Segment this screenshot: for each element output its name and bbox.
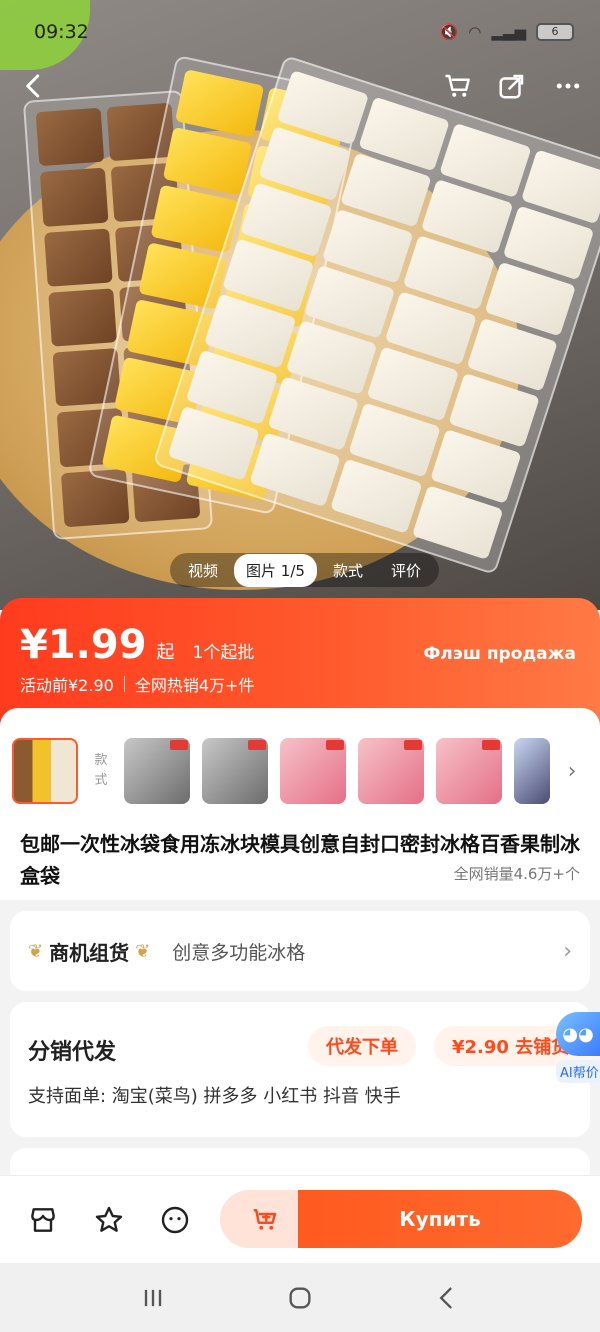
style-thumb[interactable]	[280, 738, 346, 804]
recents-icon	[145, 1289, 162, 1306]
signal-icon: ▂▃▅	[491, 23, 526, 41]
star-icon	[95, 1206, 123, 1232]
laurel-right-icon: ❦	[135, 940, 151, 962]
chat-face-icon	[161, 1206, 189, 1233]
ai-assistant-icon: ◕◕	[556, 1012, 600, 1056]
badge-tag	[170, 740, 188, 750]
total-sales: 全网销量4.6万+个	[453, 865, 580, 883]
distribution-title: 分销代发	[28, 1040, 117, 1065]
supported-waybills: 支持面单: 淘宝(菜鸟) 拼多多 小红书 抖音 快手	[28, 1086, 401, 1107]
favorite-button[interactable]	[86, 1197, 132, 1243]
ice-cube	[35, 107, 105, 167]
tab-video[interactable]: 视频	[176, 554, 230, 587]
dropship-order-button[interactable]: 代发下单	[308, 1026, 416, 1066]
tab-images[interactable]: 图片 1/5	[234, 553, 317, 587]
combo-card[interactable]: ❦ 商机组货 ❦ 创意多功能冰格 ›	[10, 911, 590, 991]
battery-icon: 6	[536, 23, 574, 41]
more-button[interactable]	[548, 66, 588, 106]
price-suffix: 起	[156, 642, 175, 663]
original-price: 活动前¥2.90	[20, 676, 114, 695]
system-back-button[interactable]	[427, 1278, 467, 1318]
product-info-card: 款式 › 包邮一次性冰袋食用冻冰块模具创意自封口密封冰格百香果制冰盒袋 全网销量…	[0, 708, 600, 900]
badge-tag	[404, 740, 422, 750]
back-chevron-icon	[439, 1287, 452, 1308]
style-thumb[interactable]	[124, 738, 190, 804]
style-thumb-selected[interactable]	[12, 738, 78, 804]
ice-cube	[48, 288, 117, 347]
cart-icon	[445, 74, 470, 97]
add-to-cart-button[interactable]	[220, 1190, 310, 1248]
badge-tag	[482, 740, 500, 750]
badge-tag	[248, 740, 266, 750]
badge-tag	[326, 740, 344, 750]
divider	[123, 676, 125, 692]
system-navigation-bar	[0, 1263, 600, 1332]
status-bar: 09:32 🔇 ◠ ▂▃▅ 6	[34, 20, 574, 44]
shop-button[interactable]	[20, 1197, 66, 1243]
ice-cube	[162, 126, 253, 196]
share-icon	[499, 74, 524, 99]
ai-helper-label: AI帮价	[556, 1060, 600, 1083]
add-cart-icon	[253, 1209, 277, 1230]
combo-title: 商机组货	[49, 940, 130, 965]
style-thumb[interactable]	[436, 738, 502, 804]
home-button[interactable]	[280, 1278, 320, 1318]
style-thumb[interactable]	[358, 738, 424, 804]
combo-text: 创意多功能冰格	[172, 941, 306, 964]
ice-cube	[44, 227, 113, 287]
style-thumb[interactable]	[202, 738, 268, 804]
tab-reviews[interactable]: 评价	[379, 554, 433, 587]
cart-top-button[interactable]	[438, 66, 478, 106]
ice-cube	[175, 69, 265, 138]
ai-helper[interactable]: ◕◕ AI帮价	[556, 1012, 600, 1083]
wifi-icon: ◠	[468, 23, 482, 41]
buy-button[interactable]: Купить	[298, 1190, 582, 1248]
share-button[interactable]	[492, 66, 532, 106]
price-value: ¥1.99	[20, 622, 147, 668]
back-arrow-icon	[26, 74, 40, 98]
mute-icon: 🔇	[439, 23, 459, 41]
shop-icon	[31, 1207, 55, 1232]
style-thumb[interactable]	[514, 738, 550, 804]
recent-apps-button[interactable]	[133, 1278, 173, 1318]
min-order-quantity: 1个起批	[192, 643, 255, 663]
ice-cube	[39, 167, 109, 227]
flash-sale-label: Флэш продажа	[423, 644, 576, 664]
status-time: 09:32	[34, 21, 89, 43]
more-dots-icon	[556, 83, 580, 89]
chevron-right-icon: ›	[563, 938, 572, 964]
chevron-right-icon[interactable]: ›	[562, 759, 582, 784]
home-icon	[289, 1287, 311, 1308]
chat-button[interactable]	[152, 1197, 198, 1243]
bottom-action-bar: Купить	[0, 1175, 600, 1263]
media-tab-bar: 视频 图片 1/5 款式 评价	[170, 553, 439, 587]
tab-styles[interactable]: 款式	[321, 554, 375, 587]
laurel-left-icon: ❦	[28, 940, 44, 962]
product-image-carousel[interactable]: 09:32 🔇 ◠ ▂▃▅ 6 视频 图片 1/5 款式 评价	[0, 0, 600, 610]
back-button[interactable]	[14, 66, 54, 106]
distribution-card: 分销代发 代发下单 ¥2.90 去铺货 支持面单: 淘宝(菜鸟) 拼多多 小红书…	[10, 1002, 600, 1137]
hot-sales: 全网热销4万+件	[134, 676, 255, 695]
style-label: 款式	[94, 753, 108, 788]
style-thumbnails: 款式 ›	[12, 738, 582, 804]
